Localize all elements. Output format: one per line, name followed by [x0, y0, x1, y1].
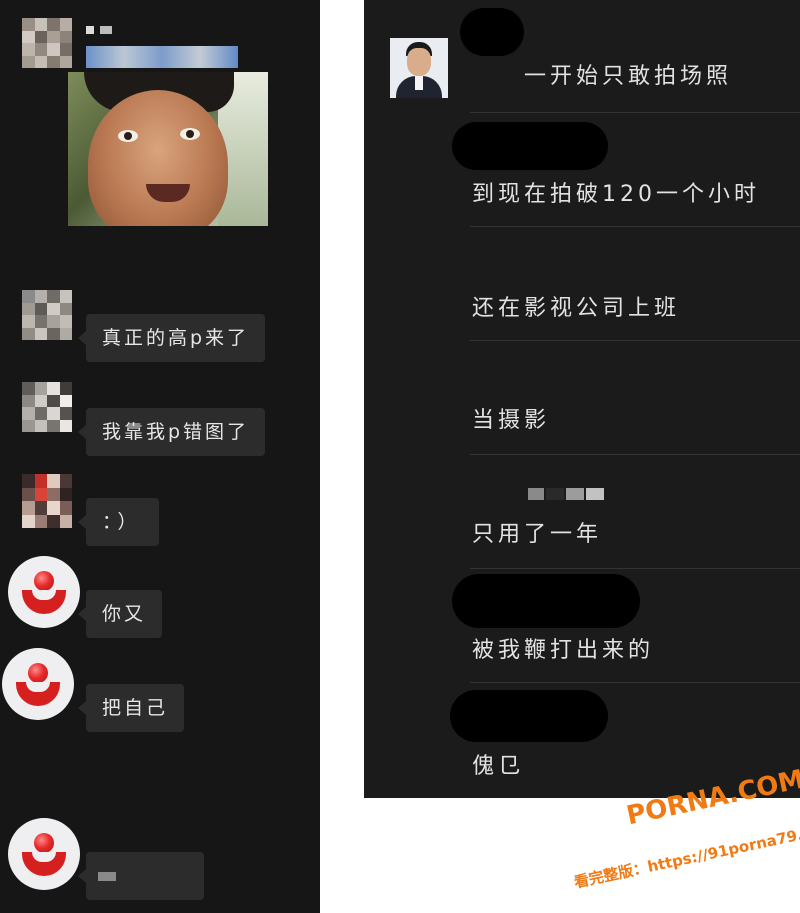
list-item-text: 还在影视公司上班 [472, 296, 681, 321]
clown-face-avatar-icon[interactable] [8, 818, 80, 890]
avatar-photo[interactable] [390, 38, 448, 98]
redaction-blob [452, 122, 608, 170]
divider [470, 226, 800, 227]
chat-message-bubble[interactable]: 我靠我p错图了 [77, 408, 266, 456]
divider [470, 112, 800, 113]
sender-name-blurred-bar [86, 46, 238, 68]
divider [470, 340, 800, 341]
redaction-blob [450, 690, 608, 742]
divider [470, 682, 800, 683]
avatar-pixelated[interactable] [22, 382, 72, 432]
list-item-text: 被我鞭打出来的 [472, 638, 655, 663]
chat-message-bubble[interactable]: 你又 [77, 590, 163, 638]
sender-name-blurred [86, 26, 116, 36]
divider [470, 454, 800, 455]
redacted-text-block [98, 872, 116, 881]
list-item-text: 当摄影 [472, 408, 551, 433]
avatar-pixelated[interactable] [22, 290, 72, 340]
list-item-text: 傀㔾 [472, 754, 525, 779]
chat-screenshot-right: 一开始只敢拍场照 到现在拍破120一个小时 还在影视公司上班 当摄影 只用了一年… [364, 0, 800, 798]
list-item-text: 一开始只敢拍场照 [524, 64, 733, 89]
list-item-text: 到现在拍破120一个小时 [472, 182, 760, 207]
avatar-pixelated[interactable] [22, 18, 72, 68]
chat-message-bubble[interactable] [78, 852, 204, 900]
redaction-blob [460, 8, 524, 56]
chat-message-bubble[interactable]: ：） [78, 498, 159, 546]
sender-name-blurred [528, 488, 606, 500]
clown-face-avatar-icon[interactable] [2, 648, 74, 720]
chat-screenshot-left: 真正的高p来了 我靠我p错图了 ：） 你又 把自己 [0, 0, 320, 913]
avatar-pixelated[interactable] [22, 474, 72, 528]
face-photo-sticker[interactable] [68, 72, 268, 226]
divider [470, 568, 800, 569]
watermark-url-line: 看完整版：https://91porna79.com/ [572, 817, 800, 892]
chat-message-bubble[interactable]: 把自己 [77, 684, 185, 732]
chat-message-bubble[interactable]: 真正的高p来了 [77, 314, 266, 362]
clown-face-avatar-icon[interactable] [8, 556, 80, 628]
redaction-blob [452, 574, 640, 628]
list-item-text: 只用了一年 [472, 522, 603, 547]
